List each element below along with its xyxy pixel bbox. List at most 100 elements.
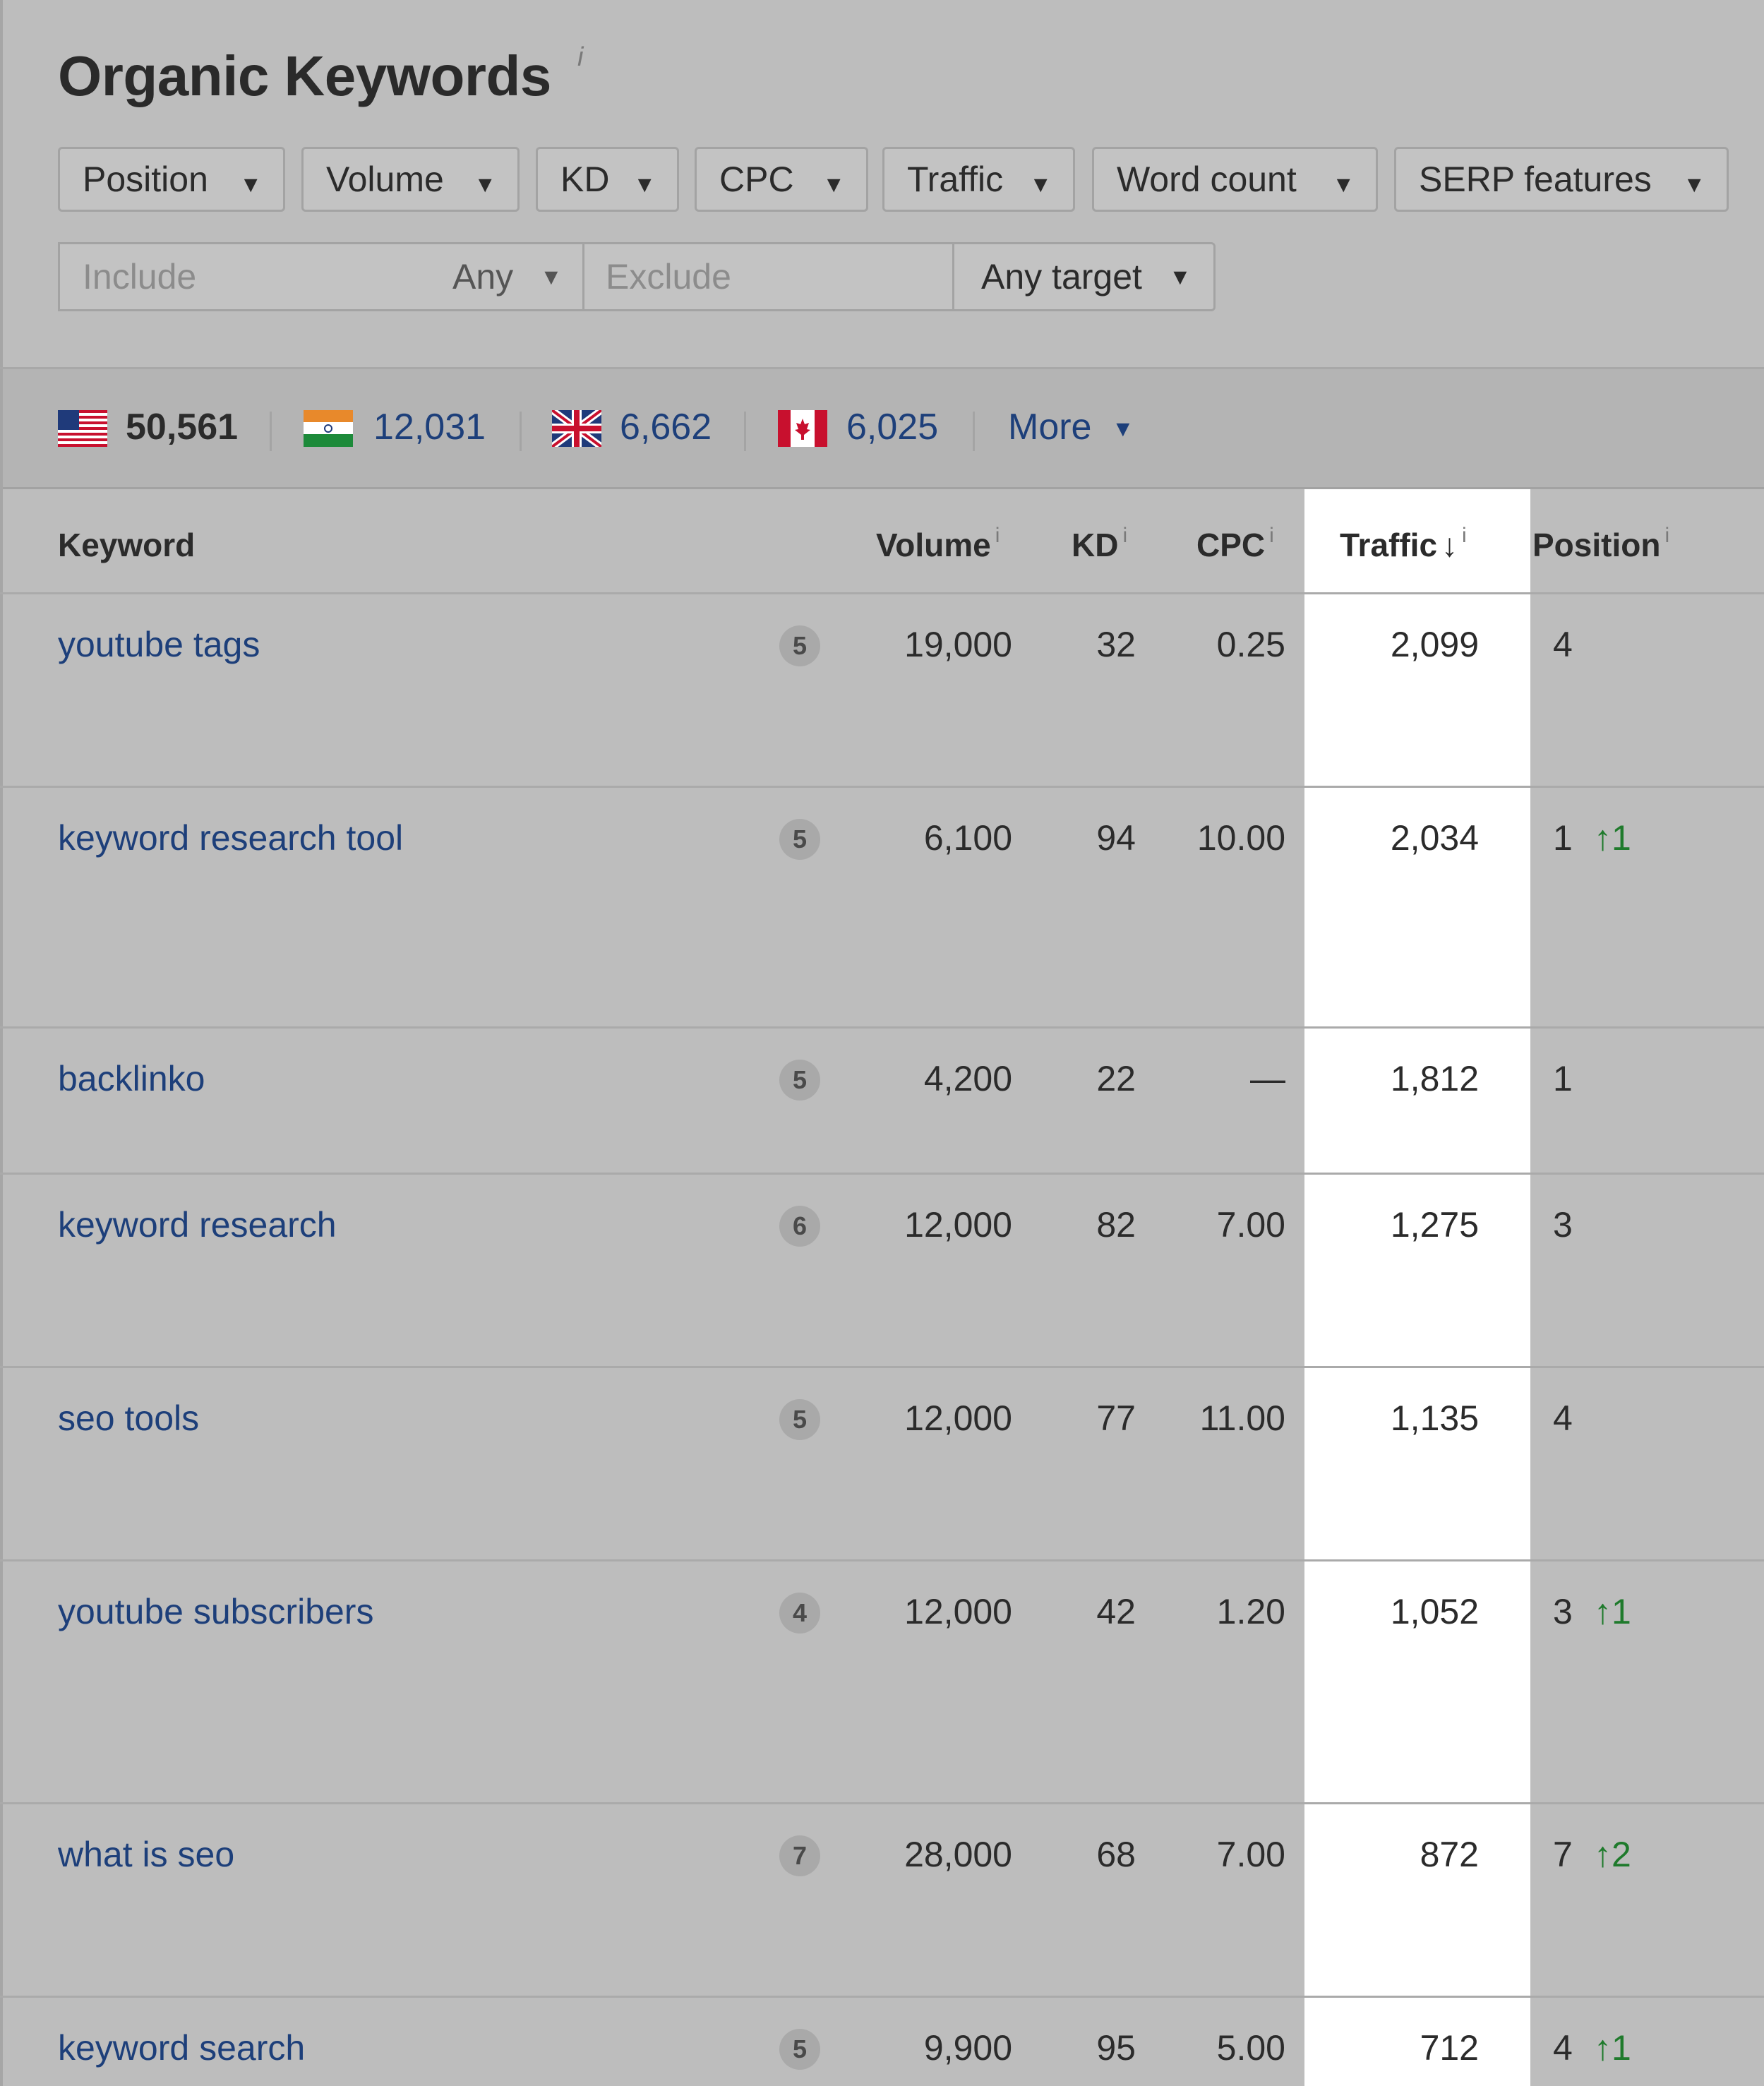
cpc-cell: 1.20 bbox=[1216, 1592, 1285, 1631]
include-mode-select[interactable]: Any bbox=[452, 256, 513, 297]
traffic-column-highlight bbox=[1304, 489, 1530, 2086]
traffic-cell: 2,034 bbox=[1390, 818, 1479, 858]
kd-cell: 68 bbox=[1096, 1835, 1136, 1874]
keyword-link[interactable]: youtube tags bbox=[58, 624, 260, 665]
exclude-placeholder: Exclude bbox=[606, 257, 731, 296]
serp-features-badge[interactable]: 5 bbox=[779, 2029, 820, 2070]
volume-filter-label: Volume bbox=[326, 160, 444, 199]
info-icon[interactable]: i bbox=[995, 524, 1000, 547]
exclude-input[interactable]: Exclude bbox=[582, 242, 954, 311]
keyword-link[interactable]: keyword research tool bbox=[58, 817, 403, 858]
target-select-label: Any target bbox=[981, 257, 1142, 296]
row-divider bbox=[0, 786, 1764, 788]
kd-cell: 32 bbox=[1096, 625, 1136, 664]
volume-cell: 28,000 bbox=[904, 1835, 1012, 1874]
position-filter-button[interactable]: Position ▼ bbox=[58, 147, 285, 212]
position-cell: 4 bbox=[1553, 625, 1573, 664]
country-count-in[interactable]: 12,031 bbox=[373, 406, 486, 448]
column-header-keyword[interactable]: Keyword bbox=[58, 526, 195, 564]
country-count-us[interactable]: 50,561 bbox=[126, 406, 238, 448]
volume-filter-button[interactable]: Volume ▼ bbox=[301, 147, 520, 212]
serp-features-badge[interactable]: 5 bbox=[779, 819, 820, 860]
serp-features-filter-button[interactable]: SERP features ▼ bbox=[1394, 147, 1729, 212]
target-select[interactable]: Any target ▼ bbox=[952, 242, 1216, 311]
gb-flag-icon bbox=[552, 410, 601, 447]
country-divider bbox=[973, 412, 975, 451]
traffic-cell: 1,812 bbox=[1390, 1059, 1479, 1098]
cpc-cell: 7.00 bbox=[1216, 1835, 1285, 1874]
serp-features-badge[interactable]: 6 bbox=[779, 1206, 820, 1247]
window-edge bbox=[0, 0, 3, 2086]
column-header-position[interactable]: Position i bbox=[1532, 524, 1669, 564]
column-header-kd-label: KD bbox=[1072, 527, 1119, 563]
row-divider bbox=[0, 1559, 1764, 1561]
position-cell: 1 bbox=[1553, 1059, 1573, 1098]
serp-features-badge[interactable]: 5 bbox=[779, 1060, 820, 1101]
country-count-gb[interactable]: 6,662 bbox=[620, 406, 712, 448]
kd-cell: 95 bbox=[1096, 2028, 1136, 2068]
volume-cell: 12,000 bbox=[904, 1205, 1012, 1245]
keyword-link[interactable]: what is seo bbox=[58, 1834, 234, 1875]
keyword-link[interactable]: youtube subscribers bbox=[58, 1591, 373, 1632]
position-cell: 3 bbox=[1553, 1205, 1573, 1245]
include-placeholder: Include bbox=[83, 257, 197, 296]
row-divider bbox=[0, 592, 1764, 594]
column-header-traffic-label: Traffic bbox=[1340, 527, 1438, 563]
cpc-cell: 7.00 bbox=[1216, 1205, 1285, 1245]
volume-cell: 19,000 bbox=[904, 625, 1012, 664]
column-header-volume[interactable]: Volume i bbox=[876, 524, 1000, 564]
cpc-cell: 11.00 bbox=[1199, 1398, 1285, 1438]
row-divider bbox=[0, 1173, 1764, 1175]
row-divider bbox=[0, 1802, 1764, 1804]
position-cell: 7 bbox=[1553, 1835, 1573, 1874]
info-icon[interactable]: i bbox=[1462, 524, 1467, 547]
serp-features-badge[interactable]: 7 bbox=[779, 1835, 820, 1876]
in-flag-icon bbox=[304, 410, 353, 447]
keyword-link[interactable]: keyword search bbox=[58, 2027, 305, 2068]
info-icon[interactable]: i bbox=[1122, 524, 1127, 547]
keyword-link[interactable]: seo tools bbox=[58, 1398, 199, 1439]
country-selector: 50,561 12,031 6,662 6,025 More ▼ bbox=[3, 369, 1764, 489]
info-icon[interactable]: i bbox=[1269, 524, 1274, 547]
word-count-filter-label: Word count bbox=[1117, 160, 1297, 199]
chevron-down-icon: ▼ bbox=[1169, 263, 1192, 289]
position-cell: 4 bbox=[1553, 2028, 1573, 2068]
column-header-keyword-label: Keyword bbox=[58, 527, 196, 563]
serp-features-badge[interactable]: 5 bbox=[779, 625, 820, 666]
volume-cell: 4,200 bbox=[923, 1059, 1012, 1098]
kd-filter-button[interactable]: KD ▼ bbox=[536, 147, 679, 212]
cpc-filter-label: CPC bbox=[719, 160, 794, 199]
column-header-traffic[interactable]: Traffic ↓ i bbox=[1340, 524, 1467, 564]
chevron-down-icon: ▼ bbox=[822, 172, 845, 197]
kd-cell: 94 bbox=[1096, 818, 1136, 858]
column-header-position-label: Position bbox=[1532, 527, 1661, 563]
chevron-down-icon: ▼ bbox=[474, 172, 496, 197]
cpc-cell: 10.00 bbox=[1196, 818, 1285, 858]
country-divider bbox=[520, 412, 522, 451]
column-header-kd[interactable]: KD i bbox=[1072, 524, 1127, 564]
sort-arrow-down-icon: ↓ bbox=[1441, 527, 1458, 563]
traffic-filter-button[interactable]: Traffic ▼ bbox=[882, 147, 1075, 212]
serp-features-badge[interactable]: 4 bbox=[779, 1593, 820, 1634]
word-count-filter-button[interactable]: Word count ▼ bbox=[1092, 147, 1378, 212]
include-input[interactable]: Include Any ▼ bbox=[58, 242, 584, 311]
keyword-link[interactable]: backlinko bbox=[58, 1058, 205, 1099]
us-flag-icon bbox=[58, 410, 107, 447]
chevron-down-icon: ▼ bbox=[633, 172, 656, 197]
serp-features-badge[interactable]: 5 bbox=[779, 1399, 820, 1440]
volume-cell: 12,000 bbox=[904, 1398, 1012, 1438]
more-countries-button[interactable]: More ▼ bbox=[1008, 406, 1134, 448]
row-divider bbox=[0, 1366, 1764, 1368]
ca-flag-icon bbox=[778, 410, 827, 447]
country-count-ca[interactable]: 6,025 bbox=[846, 406, 938, 448]
title-info-icon[interactable]: i bbox=[577, 42, 583, 73]
kd-cell: 22 bbox=[1096, 1059, 1136, 1098]
row-divider bbox=[0, 1026, 1764, 1029]
keyword-link[interactable]: keyword research bbox=[58, 1204, 337, 1245]
info-icon[interactable]: i bbox=[1664, 524, 1669, 547]
traffic-cell: 712 bbox=[1420, 2028, 1479, 2068]
kd-cell: 82 bbox=[1096, 1205, 1136, 1245]
cpc-filter-button[interactable]: CPC ▼ bbox=[695, 147, 868, 212]
column-header-cpc[interactable]: CPC i bbox=[1196, 524, 1274, 564]
chevron-down-icon: ▼ bbox=[1683, 172, 1705, 197]
